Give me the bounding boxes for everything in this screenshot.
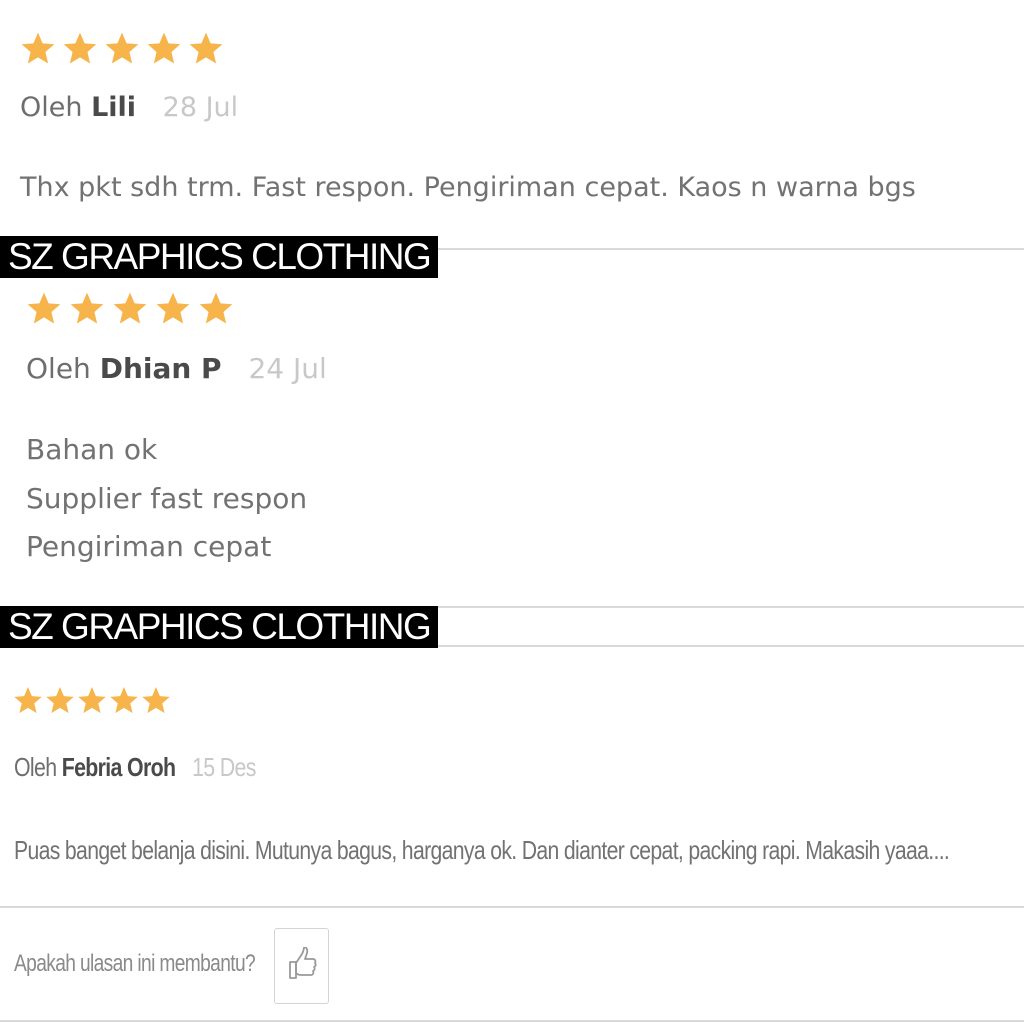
star-icon	[111, 289, 149, 327]
star-icon	[197, 289, 235, 327]
review-author-line: Oleh Lili 28 Jul	[20, 92, 238, 123]
star-icon	[145, 29, 183, 67]
star-icon	[76, 684, 108, 716]
author-prefix: Oleh	[14, 752, 57, 782]
divider	[406, 606, 1024, 608]
divider	[406, 248, 1024, 250]
star-icon	[12, 684, 44, 716]
star-icon	[25, 289, 63, 327]
divider	[406, 645, 1024, 647]
review-date: 15 Des	[192, 752, 256, 782]
author-name: Dhian P	[99, 352, 222, 385]
star-icon	[68, 289, 106, 327]
star-icon	[61, 29, 99, 67]
helpful-button[interactable]	[274, 928, 329, 1004]
star-icon	[140, 684, 172, 716]
thumbs-up-icon	[287, 946, 317, 985]
review-text: Puas banget belanja disini. Mutunya bagu…	[14, 835, 950, 865]
review-date: 28 Jul	[162, 92, 239, 123]
review-text-line: Supplier fast respon	[26, 482, 308, 515]
star-rating	[12, 684, 172, 716]
author-prefix: Oleh	[20, 92, 83, 123]
review-author-line: Oleh Febria Oroh 15 Des	[14, 752, 256, 783]
divider	[0, 906, 1024, 908]
watermark-banner: SZ GRAPHICS CLOTHING	[0, 606, 439, 648]
review-text-line: Bahan ok	[26, 433, 158, 466]
star-rating	[25, 289, 235, 327]
star-icon	[154, 289, 192, 327]
review-date: 24 Jul	[248, 352, 327, 385]
star-icon	[19, 29, 57, 67]
review-text-line: Pengiriman cepat	[26, 530, 272, 563]
star-icon	[44, 684, 76, 716]
helpful-question: Apakah ulasan ini membantu?	[14, 950, 256, 977]
watermark-banner: SZ GRAPHICS CLOTHING	[0, 236, 439, 278]
author-name: Lili	[91, 92, 137, 123]
author-name: Febria Oroh	[61, 752, 176, 782]
divider	[0, 1020, 1024, 1022]
star-icon	[187, 29, 225, 67]
star-icon	[103, 29, 141, 67]
star-icon	[108, 684, 140, 716]
review-author-line: Oleh Dhian P 24 Jul	[26, 352, 327, 385]
review-text: Thx pkt sdh trm. Fast respon. Pengiriman…	[20, 172, 916, 203]
star-rating	[19, 29, 225, 67]
author-prefix: Oleh	[26, 352, 91, 385]
